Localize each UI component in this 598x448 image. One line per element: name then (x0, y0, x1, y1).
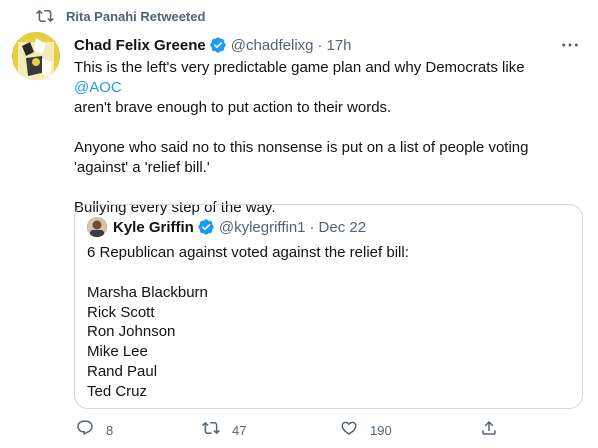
retweet-count: 47 (232, 422, 247, 438)
tweet-timestamp[interactable]: 17h (327, 37, 352, 54)
author-handle[interactable]: @chadfelixg (231, 37, 314, 54)
verified-badge-icon (197, 218, 215, 236)
reply-count: 8 (106, 422, 114, 438)
quoted-tweet-text: 6 Republican against voted against the r… (87, 244, 409, 261)
reply-icon (76, 419, 94, 442)
like-count: 190 (370, 422, 392, 438)
list-item: Rand Paul (87, 362, 158, 380)
share-icon (480, 419, 498, 442)
tweet-header: Chad Felix Greene @chadfelixg · 17h (74, 34, 586, 56)
quoted-tweet-date: Dec 22 (318, 218, 367, 236)
author-avatar[interactable] (12, 32, 60, 80)
list-item: Rick Scott (87, 303, 155, 321)
list-item: Ron Johnson (87, 323, 176, 341)
separator-dot: · (317, 36, 323, 54)
retweet-icon (36, 7, 54, 25)
quoted-author-handle: @kylegriffin1 (218, 218, 306, 236)
quoted-author-avatar (87, 217, 107, 237)
tweet-text-line: Anyone who said no to this nonsense is p… (74, 139, 529, 156)
heart-icon (340, 419, 358, 442)
reply-button[interactable]: 8 (76, 418, 113, 442)
quoted-author-name: Kyle Griffin (113, 218, 194, 236)
quoted-tweet-card[interactable]: Kyle Griffin @kylegriffin1 · Dec 22 6 Re… (74, 204, 583, 409)
mention-link[interactable]: @AOC (74, 79, 122, 96)
retweet-icon (202, 419, 220, 442)
quoted-tweet-header: Kyle Griffin @kylegriffin1 · Dec 22 (87, 217, 366, 237)
tweet-action-bar: 8 47 190 (68, 418, 508, 442)
retweet-button[interactable]: 47 (202, 418, 246, 442)
tweet-text-line: This is the left's very predictable game… (74, 59, 525, 76)
more-options-icon[interactable] (560, 36, 580, 54)
author-name[interactable]: Chad Felix Greene (74, 37, 206, 54)
like-button[interactable]: 190 (340, 418, 392, 442)
list-item: Marsha Blackburn (87, 284, 208, 301)
verified-badge-icon (209, 36, 227, 54)
separator-dot: · (309, 218, 315, 236)
tweet-text-line: 'against' a 'relief bill.' (74, 159, 210, 176)
retweeted-by-label: Rita Panahi Retweeted (66, 8, 206, 24)
quoted-name-list: Marsha Blackburn Rick Scott Ron Johnson … (87, 283, 208, 401)
tweet-text: This is the left's very predictable game… (74, 58, 574, 218)
list-item: Ted Cruz (87, 382, 148, 400)
share-button[interactable] (480, 418, 498, 442)
retweet-banner[interactable]: Rita Panahi Retweeted (36, 6, 205, 26)
list-item: Mike Lee (87, 343, 148, 361)
tweet-text-line: aren't brave enough to put action to the… (74, 99, 392, 116)
